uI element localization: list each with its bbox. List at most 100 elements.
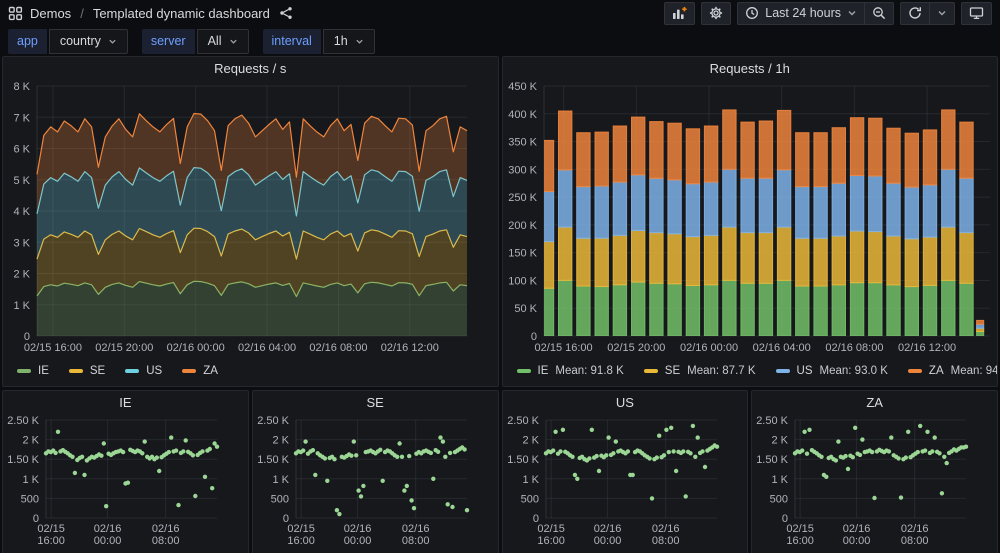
svg-text:02/16 00:00: 02/16 00:00: [679, 342, 737, 354]
svg-text:08:00: 08:00: [402, 535, 430, 547]
legend-label: IE: [537, 365, 549, 377]
us-scatter-chart[interactable]: 0 500 1 K 1.50 K2 K 2.50 K 02/15 16:00 02/16 00:…: [504, 414, 747, 550]
zoom-out-icon: [873, 7, 886, 20]
requests-per-s-legend: IE SE US ZA: [3, 358, 498, 384]
svg-text:02/16 04:00: 02/16 04:00: [752, 342, 810, 354]
breadcrumb-section[interactable]: Demos: [30, 6, 71, 21]
legend-item[interactable]: IE: [17, 365, 49, 377]
svg-text:00:00: 00:00: [843, 535, 871, 547]
breadcrumb-separator: /: [80, 5, 84, 21]
panel-se: SE 0 500 1 K 1.50 K2 K 2.50 K 02/15 16:00 02/16…: [251, 390, 499, 553]
legend-item[interactable]: ZA Mean: 94.0 K: [907, 365, 997, 377]
svg-text:02/16: 02/16: [94, 523, 122, 535]
ie-scatter-chart[interactable]: 0 500 1 K 1.50 K2 K 2.50 K 02/15 16:00 02/16 00:…: [4, 414, 247, 550]
legend-label: US: [796, 365, 813, 377]
time-range-picker[interactable]: Last 24 hours: [737, 1, 865, 25]
panel-requests-per-1h: Requests / 1h 0 50 K 100 K 150 K 200 K 250 K3…: [501, 56, 998, 387]
legend-label: IE: [38, 365, 49, 377]
breadcrumb-page-title[interactable]: Templated dynamic dashboard: [93, 6, 270, 21]
apps-icon[interactable]: [8, 6, 23, 21]
top-nav: Demos / Templated dynamic dashboard Last…: [0, 0, 1000, 26]
clock-icon: [746, 7, 759, 19]
svg-text:02/15: 02/15: [787, 523, 815, 535]
zoom-out-button[interactable]: [865, 1, 894, 25]
svg-text:1.50 K: 1.50 K: [756, 454, 788, 466]
svg-text:1.50 K: 1.50 K: [507, 454, 539, 466]
svg-text:250 K: 250 K: [508, 192, 537, 204]
svg-text:8 K: 8 K: [13, 81, 30, 93]
svg-text:02/16 04:00: 02/16 04:00: [238, 342, 296, 354]
legend-mean-value: Mean: 93.0 K: [819, 365, 888, 377]
legend-label: ZA: [928, 365, 944, 377]
panel-title[interactable]: SE: [253, 391, 498, 414]
requests-per-s-chart[interactable]: 01 K2 K3 K4 K5 K6 K7 K8 K 02/15 16:00 02/1…: [4, 80, 497, 358]
legend-label: SE: [664, 365, 681, 377]
svg-text:500: 500: [270, 493, 288, 505]
refresh-button[interactable]: [900, 1, 930, 25]
svg-text:500: 500: [520, 493, 538, 505]
kiosk-mode-button[interactable]: [961, 1, 992, 25]
se-scatter-chart[interactable]: 0 500 1 K 1.50 K2 K 2.50 K 02/15 16:00 02/16 00:…: [254, 414, 497, 550]
panel-ie: IE 0 500 1 K 1.50 K2 K 2.50 K 02/15 16:00 02/16…: [2, 390, 249, 553]
panel-title[interactable]: IE: [3, 391, 248, 414]
svg-text:02/16 08:00: 02/16 08:00: [825, 342, 883, 354]
legend-item[interactable]: US Mean: 93.0 K: [775, 365, 888, 377]
svg-text:02/15 20:00: 02/15 20:00: [95, 342, 153, 354]
svg-text:16:00: 16:00: [287, 535, 315, 547]
svg-text:3 K: 3 K: [13, 237, 30, 249]
svg-text:1.50 K: 1.50 K: [7, 454, 39, 466]
svg-text:08:00: 08:00: [901, 535, 929, 547]
svg-text:2 K: 2 K: [272, 435, 289, 447]
svg-text:2 K: 2 K: [522, 435, 539, 447]
svg-text:2 K: 2 K: [22, 435, 39, 447]
add-panel-button[interactable]: [664, 1, 696, 25]
requests-per-1h-chart[interactable]: 0 50 K 100 K 150 K 200 K 250 K 300 K 350 K 400 K…: [504, 80, 997, 358]
legend-item[interactable]: SE: [68, 365, 105, 377]
svg-text:1 K: 1 K: [522, 474, 539, 486]
legend-swatch: [643, 369, 658, 373]
svg-text:200 K: 200 K: [508, 220, 537, 232]
svg-text:7 K: 7 K: [13, 112, 30, 124]
svg-text:02/16 12:00: 02/16 12:00: [898, 342, 956, 354]
svg-text:6 K: 6 K: [13, 144, 30, 156]
svg-text:1.50 K: 1.50 K: [257, 454, 289, 466]
chevron-down-icon: [229, 39, 237, 44]
legend-swatch: [182, 369, 197, 373]
svg-text:2.50 K: 2.50 K: [507, 415, 539, 427]
variable-server-value[interactable]: All: [196, 28, 249, 54]
svg-text:2 K: 2 K: [13, 269, 30, 281]
legend-item[interactable]: ZA: [182, 365, 218, 377]
legend-label: US: [146, 365, 163, 377]
svg-text:100 K: 100 K: [508, 275, 537, 287]
chevron-down-icon: [848, 11, 856, 16]
legend-swatch: [516, 369, 531, 373]
refresh-icon: [909, 7, 921, 19]
refresh-interval-dropdown[interactable]: [930, 1, 955, 25]
panel-title[interactable]: Requests / 1h: [503, 57, 998, 80]
svg-text:02/16 08:00: 02/16 08:00: [309, 342, 367, 354]
panel-title[interactable]: Requests / s: [3, 57, 498, 80]
svg-text:16:00: 16:00: [37, 535, 65, 547]
legend-swatch: [17, 369, 31, 373]
panel-us: US 0 500 1 K 1.50 K2 K 2.50 K 02/15 16:00 02/16…: [501, 390, 749, 553]
legend-item[interactable]: IE Mean: 91.8 K: [516, 365, 624, 377]
requests-per-1h-legend: IE Mean: 91.8 K SE Mean: 87.7 K US Mean: 93.0…: [503, 358, 997, 384]
svg-text:500: 500: [770, 493, 788, 505]
legend-swatch: [68, 369, 83, 373]
panel-title[interactable]: US: [503, 391, 748, 414]
legend-item[interactable]: US: [125, 365, 162, 377]
panel-title[interactable]: ZA: [752, 391, 997, 414]
svg-text:02/15: 02/15: [37, 523, 65, 535]
svg-text:300 K: 300 K: [508, 164, 537, 176]
variable-interval-selected: 1h: [333, 34, 348, 48]
legend-item[interactable]: SE Mean: 87.7 K: [643, 365, 756, 377]
svg-text:02/16: 02/16: [152, 523, 180, 535]
variable-app-value[interactable]: country: [48, 28, 128, 54]
za-scatter-chart[interactable]: 0 500 1 K 1.50 K2 K 2.50 K 02/15 16:00 02/16 00:…: [753, 414, 996, 550]
chevron-down-icon: [938, 11, 946, 16]
variable-interval-value[interactable]: 1h: [322, 28, 375, 54]
share-icon[interactable]: [279, 6, 293, 20]
dashboard-settings-button[interactable]: [701, 1, 732, 25]
legend-mean-value: Mean: 94.0 K: [950, 365, 997, 377]
svg-text:02/16 12:00: 02/16 12:00: [381, 342, 439, 354]
